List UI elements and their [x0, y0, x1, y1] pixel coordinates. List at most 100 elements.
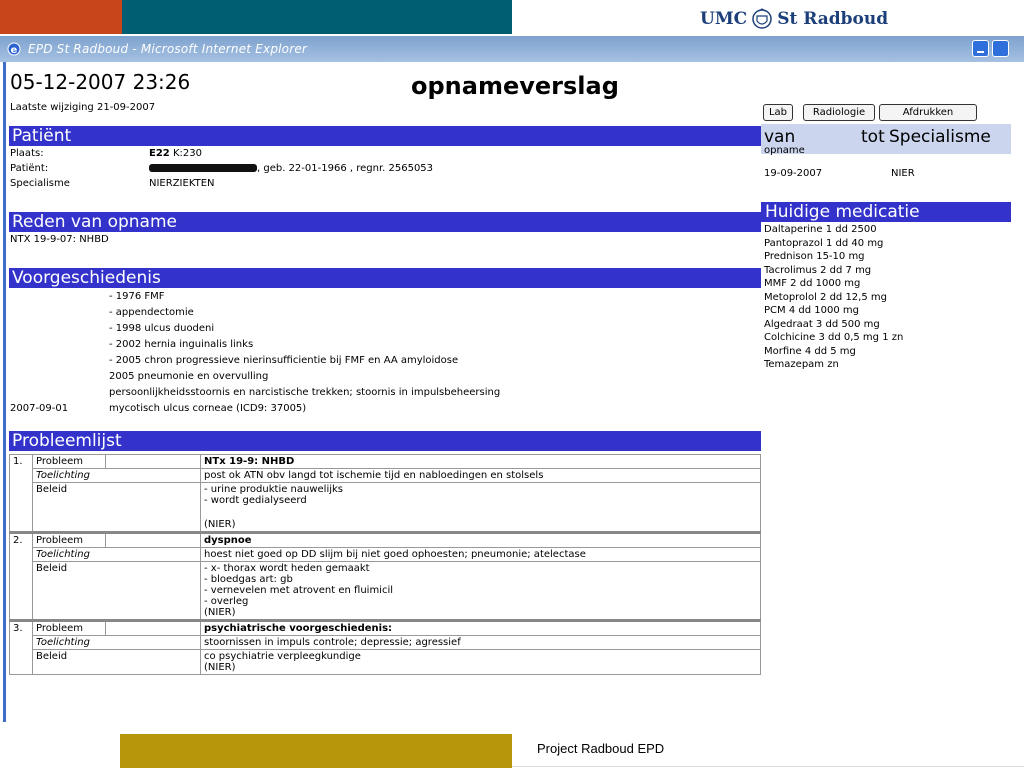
- medication-list: Daltaperine 1 dd 2500 Pantoprazol 1 dd 4…: [764, 223, 903, 372]
- policy-label: Beleid: [32, 561, 201, 621]
- maximize-button[interactable]: [992, 40, 1009, 57]
- umc-logo: UMC St Radboud: [700, 8, 888, 30]
- history-line: - 2002 hernia inguinalis links: [109, 339, 254, 350]
- history-date: 2007-09-01: [10, 403, 69, 414]
- logo-text-left: UMC: [700, 9, 748, 29]
- ie-icon: e: [7, 42, 21, 56]
- policy-text: co psychiatrie verpleegkundige (NIER): [200, 649, 761, 675]
- page-title: opnameverslag: [411, 72, 619, 100]
- place-label: Plaats:: [10, 148, 44, 159]
- policy-line: [204, 506, 757, 519]
- patient-details: , geb. 22-01-1966 , regnr. 2565053: [257, 163, 434, 174]
- explanation-text: stoornissen in impuls controle; depressi…: [200, 635, 761, 650]
- explanation-label: Toelichting: [32, 468, 201, 483]
- medication-item: Metoprolol 2 dd 12,5 mg: [764, 291, 887, 303]
- problem-table: 1. Probleem NTx 19-9: NHBD Toelichting p…: [9, 454, 761, 675]
- policy-text: - urine produktie nauwelijks - wordt ged…: [200, 482, 761, 533]
- problem-spacer: [105, 454, 201, 469]
- medication-item: Temazepam zn: [764, 359, 839, 370]
- medication-heading: Huidige medicatie: [761, 202, 1011, 222]
- window-title: EPD St Radboud - Microsoft Internet Expl…: [28, 42, 308, 56]
- patient-value: , geb. 22-01-1966 , regnr. 2565053: [149, 163, 433, 174]
- problem-title: NTx 19-9: NHBD: [200, 454, 761, 469]
- place-ward: E22: [149, 148, 170, 159]
- medication-item: Prednison 15-10 mg: [764, 251, 865, 262]
- stay-col-tot: tot: [861, 127, 885, 147]
- window-titlebar[interactable]: e EPD St Radboud - Microsoft Internet Ex…: [0, 36, 1024, 62]
- policy-row: Beleid co psychiatrie verpleegkundige (N…: [10, 649, 761, 675]
- history-line: - 1976 FMF: [109, 291, 165, 302]
- policy-line: - urine produktie nauwelijks: [204, 484, 344, 495]
- problem-number: 2.: [9, 531, 33, 621]
- history-dated-text: mycotisch ulcus corneae (ICD9: 37005): [109, 403, 307, 414]
- stay-col-spec: Specialisme: [889, 127, 991, 147]
- policy-line: - wordt gedialyseerd: [204, 495, 307, 506]
- last-modified: Laatste wijziging 21-09-2007: [10, 102, 156, 113]
- redacted-name: [149, 164, 257, 172]
- logo-text-right: St Radboud: [777, 9, 889, 29]
- policy-label: Beleid: [32, 649, 201, 675]
- report-datetime: 05-12-2007 23:26: [10, 70, 191, 94]
- admission-text: NTX 19-9-07: NHBD: [10, 234, 109, 245]
- medication-item: Pantoprazol 1 dd 40 mg: [764, 237, 884, 249]
- stay-header: van tot Specialisme opname: [761, 124, 1011, 156]
- policy-label: Beleid: [32, 482, 201, 533]
- history-line: 2005 pneumonie en overvulling: [109, 371, 269, 382]
- history-line: - 1998 ulcus duodeni: [109, 323, 215, 334]
- browser-viewport[interactable]: 05-12-2007 23:26 opnameverslag Laatste w…: [3, 62, 1024, 722]
- medication-item: Morfine 4 dd 5 mg: [764, 345, 856, 357]
- brand-bar-red: [0, 0, 122, 34]
- policy-row: Beleid - urine produktie nauwelijks - wo…: [10, 482, 761, 533]
- problem-title: psychiatrische voorgeschiedenis:: [200, 619, 761, 636]
- svg-text:e: e: [11, 45, 18, 56]
- print-button[interactable]: Afdrukken: [879, 104, 977, 121]
- explanation-row: Toelichting hoest niet goed op DD slijm …: [10, 547, 761, 562]
- policy-line: - bloedgas art: gb: [204, 574, 293, 585]
- stay-spec: NIER: [891, 168, 915, 179]
- minimize-button[interactable]: [972, 40, 989, 57]
- crest-icon: [752, 8, 772, 29]
- admission-heading: Reden van opname: [9, 212, 761, 232]
- medication-item: PCM 4 dd 1000 mg: [764, 305, 859, 316]
- policy-line: (NIER): [204, 519, 236, 530]
- explanation-label: Toelichting: [32, 635, 201, 650]
- history-line: - 2005 chron progressieve nierinsufficie…: [109, 355, 459, 366]
- problem-label: Probleem: [32, 531, 106, 548]
- explanation-label: Toelichting: [32, 547, 201, 562]
- explanation-text: hoest niet goed op DD slijm bij niet goe…: [200, 547, 761, 562]
- brand-bar-gold: [120, 734, 512, 768]
- explanation-text: post ok ATN obv langd tot ischemie tijd …: [200, 468, 761, 483]
- problem-label: Probleem: [32, 454, 106, 469]
- explanation-row: Toelichting post ok ATN obv langd tot is…: [10, 468, 761, 483]
- medication-item: MMF 2 dd 1000 mg: [764, 278, 861, 289]
- problem-label: Probleem: [32, 619, 106, 636]
- brand-bar-teal: [122, 0, 512, 34]
- policy-row: Beleid - x- thorax wordt heden gemaakt -…: [10, 561, 761, 621]
- medication-item: Algedraat 3 dd 500 mg: [764, 318, 880, 330]
- policy-line: (NIER): [204, 607, 236, 618]
- policy-line: - x- thorax wordt heden gemaakt: [204, 563, 370, 574]
- policy-text: - x- thorax wordt heden gemaakt - bloedg…: [200, 561, 761, 621]
- place-value: E22 K:230: [149, 148, 202, 159]
- radiology-button[interactable]: Radiologie: [803, 104, 875, 121]
- history-line: - appendectomie: [109, 307, 194, 318]
- problem-number: 3.: [9, 619, 33, 675]
- medication-item: Tacrolimus 2 dd 7 mg: [764, 264, 872, 276]
- stay-col-van: van: [764, 127, 796, 147]
- history-heading: Voorgeschiedenis: [9, 268, 761, 288]
- patient-label: Patiënt:: [10, 163, 49, 174]
- problem-spacer: [105, 619, 201, 636]
- footer-text: Project Radboud EPD: [537, 741, 665, 756]
- stay-subheader: opname: [764, 145, 805, 156]
- specialism-value: NIERZIEKTEN: [149, 178, 215, 189]
- problem-row: 2. Probleem dyspnoe: [9, 531, 761, 621]
- policy-line: - overleg: [204, 596, 249, 607]
- lab-button[interactable]: Lab: [763, 104, 793, 121]
- problem-row: 1. Probleem NTx 19-9: NHBD: [9, 454, 761, 533]
- history-line: persoonlijkheidsstoornis en narcistische…: [109, 387, 501, 398]
- problem-row: 3. Probleem psychiatrische voorgeschiede…: [9, 619, 761, 675]
- patient-heading: Patiënt: [9, 126, 761, 146]
- stay-date: 19-09-2007: [764, 168, 823, 179]
- problem-spacer: [105, 531, 201, 548]
- medication-item: Daltaperine 1 dd 2500: [764, 224, 877, 235]
